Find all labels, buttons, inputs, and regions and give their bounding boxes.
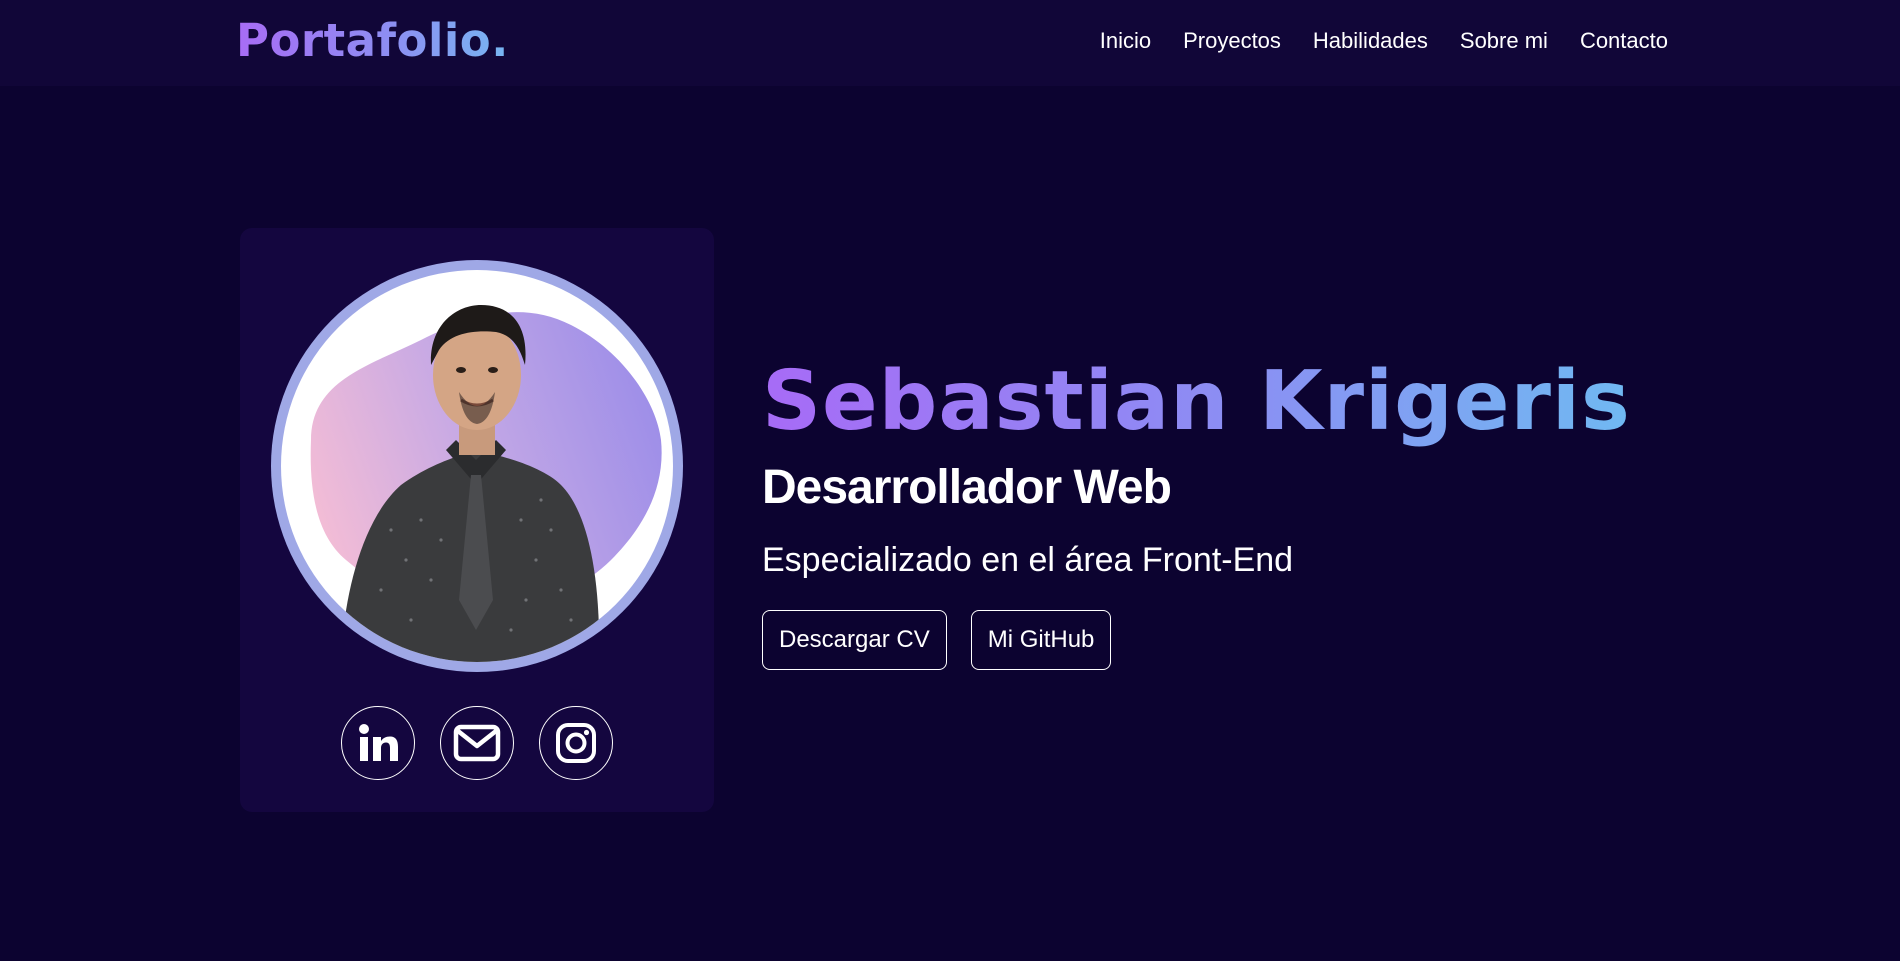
linkedin-button[interactable] xyxy=(341,706,415,780)
nav-menu: Inicio Proyectos Habilidades Sobre mi Co… xyxy=(1068,26,1668,56)
navbar: Portafolio. Inicio Proyectos Habilidades… xyxy=(0,0,1900,86)
nav-link-contacto[interactable]: Contacto xyxy=(1580,26,1668,56)
instagram-button[interactable] xyxy=(539,706,613,780)
hero-subtitle: Especializado en el área Front-End xyxy=(762,541,1294,579)
social-links xyxy=(240,706,714,780)
avatar-frame xyxy=(271,260,683,672)
download-cv-button[interactable]: Descargar CV xyxy=(762,610,947,670)
email-button[interactable] xyxy=(440,706,514,780)
site-logo[interactable]: Portafolio. xyxy=(236,16,509,66)
avatar xyxy=(281,270,673,662)
linkedin-icon xyxy=(359,724,398,761)
email-icon xyxy=(453,724,501,762)
github-button[interactable]: Mi GitHub xyxy=(970,610,1112,670)
hero-buttons: Descargar CV Mi GitHub xyxy=(762,610,1631,670)
nav-link-habilidades[interactable]: Habilidades xyxy=(1313,26,1428,56)
nav-link-proyectos[interactable]: Proyectos xyxy=(1183,26,1281,56)
hero-section: Sebastian Krigeris Desarrollador Web Esp… xyxy=(762,352,1631,670)
profile-card xyxy=(240,228,714,812)
profile-photo xyxy=(310,305,662,662)
hero-name: Sebastian Krigeris xyxy=(762,352,1631,452)
nav-link-sobre-mi[interactable]: Sobre mi xyxy=(1460,26,1548,56)
hero-role: Desarrollador Web xyxy=(762,461,1172,514)
nav-link-inicio[interactable]: Inicio xyxy=(1100,26,1151,56)
instagram-icon xyxy=(556,723,596,763)
